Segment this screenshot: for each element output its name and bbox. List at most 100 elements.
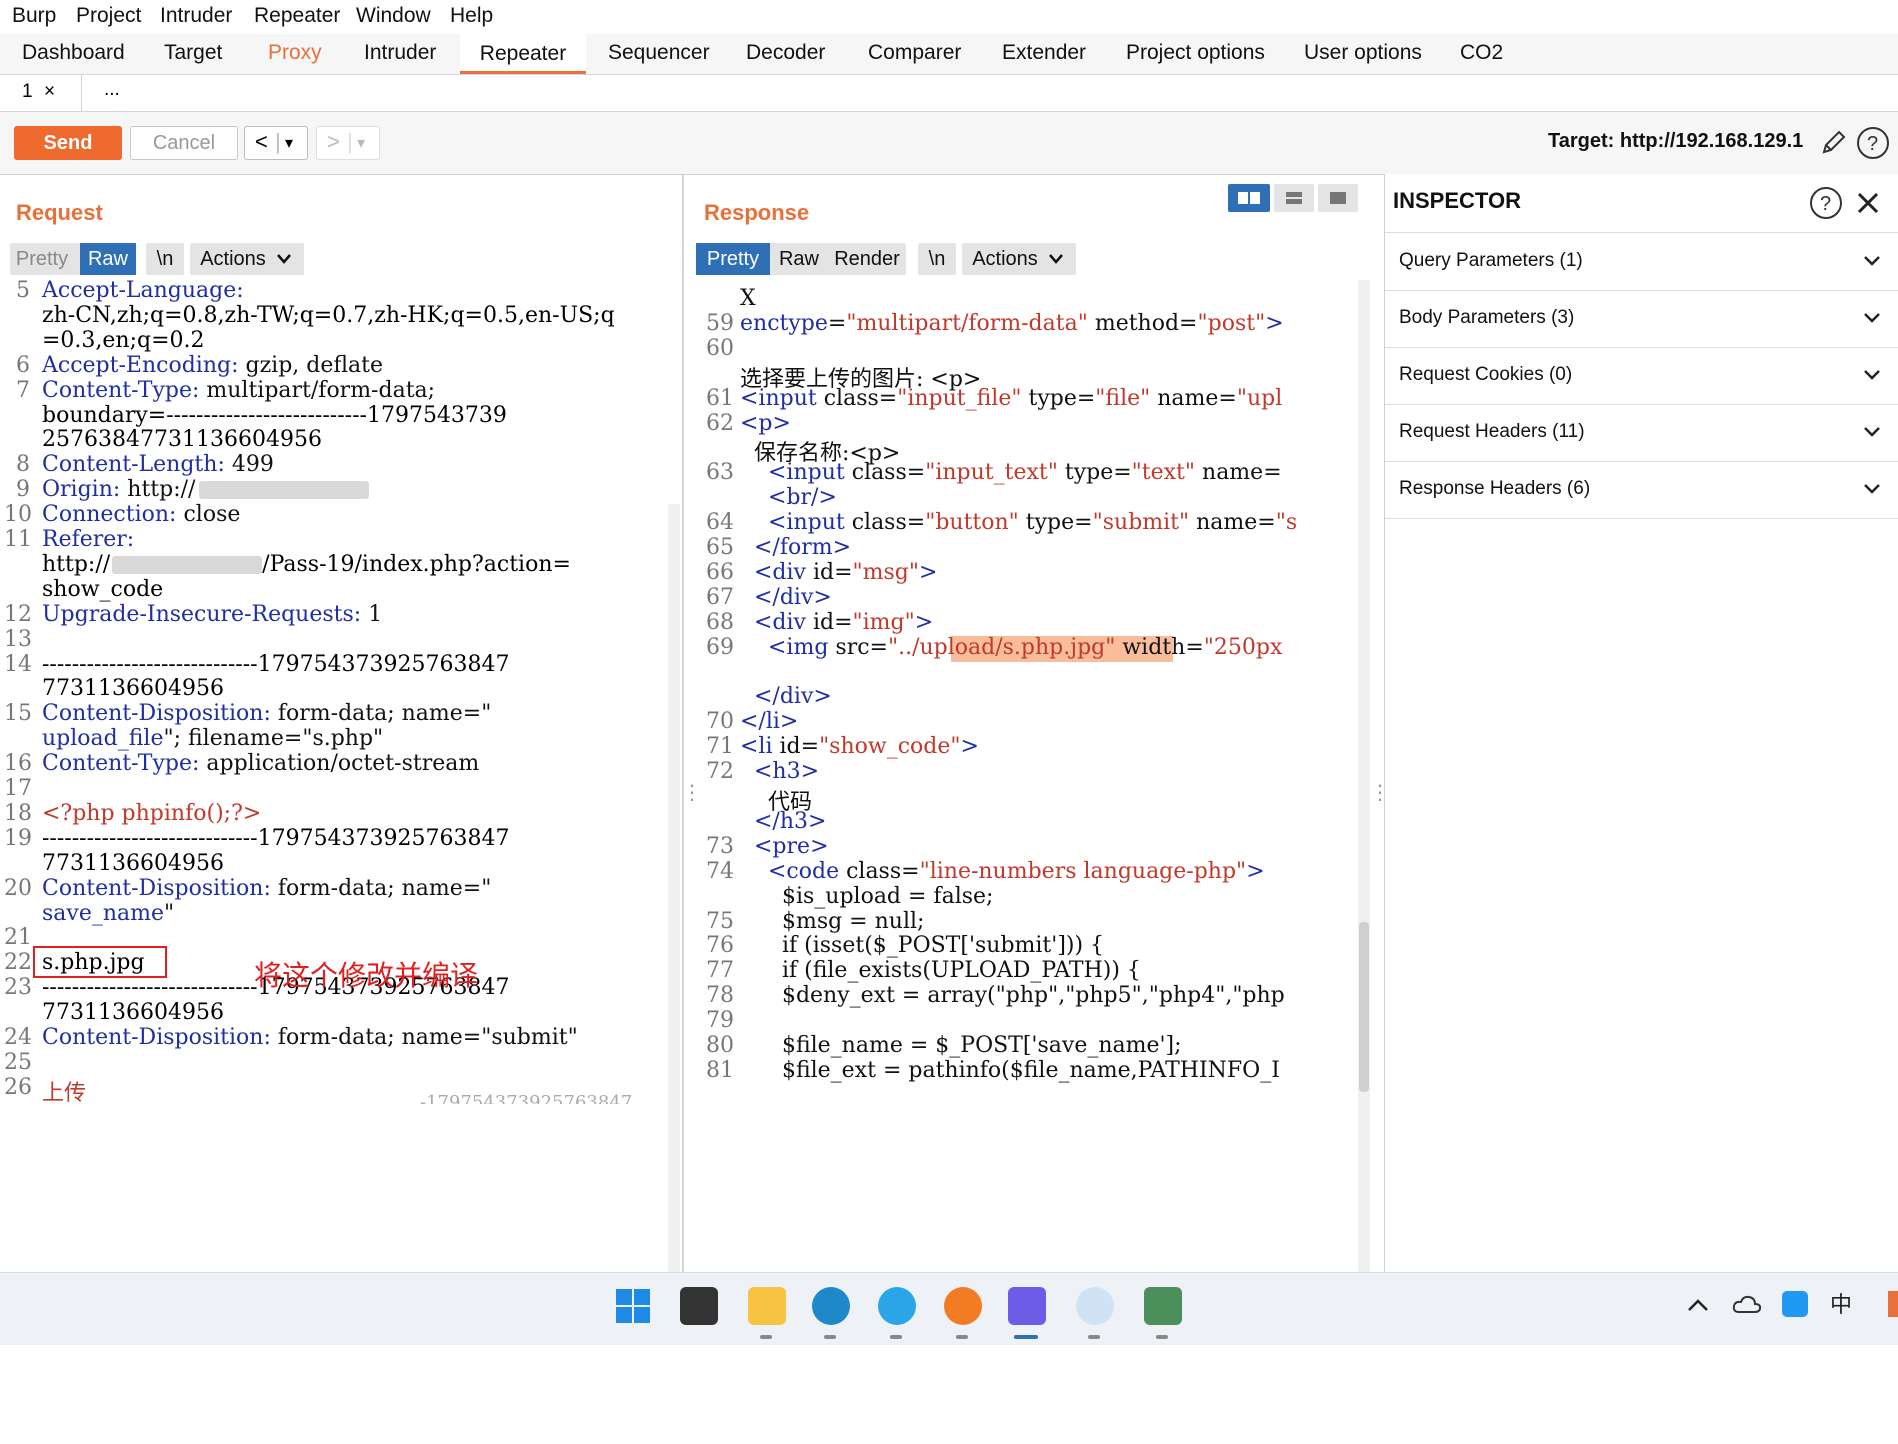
layout-side-by-side-icon[interactable] — [1228, 184, 1270, 212]
ime-indicator[interactable]: 中 — [1830, 1287, 1852, 1319]
chevron-up-icon[interactable] — [1686, 1297, 1710, 1313]
response-line: <div id="img"> — [754, 609, 934, 635]
inspector-section[interactable]: Query Parameters (1) — [1385, 234, 1898, 291]
tab-intruder[interactable]: Intruder — [364, 41, 436, 65]
start-icon[interactable] — [614, 1287, 652, 1325]
svg-text:?: ? — [1867, 133, 1878, 155]
inspector-section[interactable]: Response Headers (6) — [1385, 462, 1898, 519]
tab-target[interactable]: Target — [164, 41, 222, 65]
tab-dashboard[interactable]: Dashboard — [22, 41, 125, 65]
close-icon[interactable] — [1855, 190, 1881, 216]
edge-icon[interactable] — [812, 1287, 850, 1325]
task-view-icon[interactable] — [680, 1287, 718, 1325]
menu-project[interactable]: Project — [76, 4, 141, 28]
layout-tabs-icon[interactable] — [1318, 184, 1358, 212]
inspector-title: INSPECTOR — [1393, 188, 1521, 213]
request-line: -----------------------------17975437392… — [42, 651, 510, 677]
dropdown-icon: ▾ — [285, 135, 294, 152]
request-line: upload_file"; filename="s.php" — [42, 726, 384, 752]
splitter-handle-icon[interactable]: ⋮ — [682, 780, 702, 805]
request-scrollbar[interactable] — [668, 504, 680, 1272]
request-line: show_code — [42, 576, 164, 602]
tab-co2[interactable]: CO2 — [1460, 41, 1503, 65]
response-newline-toggle[interactable]: \n — [918, 243, 956, 275]
line-number: 9 — [16, 477, 30, 503]
inspector-section-label: Body Parameters (3) — [1399, 307, 1575, 328]
tray-icon[interactable] — [1888, 1291, 1898, 1317]
redacted-host — [112, 555, 263, 574]
help-icon[interactable]: ? — [1809, 186, 1843, 220]
help-icon[interactable]: ? — [1856, 126, 1890, 160]
menu-help[interactable]: Help — [450, 4, 493, 28]
response-pretty-tab[interactable]: Pretty — [696, 243, 770, 275]
line-number: 22 — [4, 950, 32, 976]
menu-window[interactable]: Window — [356, 4, 431, 28]
edit-pencil-icon[interactable] — [1818, 128, 1848, 158]
app-tray-icon[interactable] — [1782, 1291, 1808, 1317]
request-line: Accept-Language: — [42, 278, 244, 303]
cancel-button[interactable]: Cancel — [130, 126, 238, 160]
line-number: 26 — [4, 1074, 32, 1100]
line-number: 75 — [706, 908, 734, 934]
tab-project-options[interactable]: Project options — [1126, 41, 1265, 65]
tab-extender[interactable]: Extender — [1002, 41, 1086, 65]
burp-icon[interactable] — [1008, 1287, 1046, 1325]
new-tab-button[interactable]: ... — [104, 79, 120, 101]
request-pretty-tab[interactable]: Pretty — [10, 243, 74, 275]
response-line: if (file_exists(UPLOAD_PATH)) { — [740, 958, 1141, 984]
line-number: 81 — [706, 1057, 734, 1083]
request-line: -----------------------------17975437392… — [42, 825, 510, 851]
layout-stacked-icon[interactable] — [1274, 184, 1314, 212]
line-number: 74 — [706, 858, 734, 884]
inspector-section-label: Request Headers (11) — [1399, 421, 1585, 442]
main-tabs: Dashboard Target Proxy Intruder Repeater… — [0, 34, 1898, 75]
tab-user-options[interactable]: User options — [1304, 41, 1422, 65]
response-render-tab[interactable]: Render — [828, 243, 906, 275]
remote-desktop-icon[interactable] — [1144, 1287, 1182, 1325]
request-line: Referer: — [42, 527, 135, 552]
chevron-down-icon — [1864, 256, 1880, 266]
inspector-section[interactable]: Request Cookies (0) — [1385, 348, 1898, 405]
line-number: 19 — [4, 825, 32, 851]
line-number: 71 — [706, 734, 734, 760]
inspector-section[interactable]: Body Parameters (3) — [1385, 291, 1898, 348]
dropdown-icon: ▾ — [357, 135, 366, 152]
ie-icon[interactable] — [878, 1287, 916, 1325]
request-line: 上传 — [42, 1080, 87, 1106]
response-raw-tab[interactable]: Raw — [774, 243, 824, 275]
tab-comparer[interactable]: Comparer — [868, 41, 961, 65]
forward-button[interactable]: > | ▾ — [316, 126, 380, 160]
menu-burp[interactable]: Burp — [12, 4, 56, 28]
request-raw-tab[interactable]: Raw — [80, 243, 136, 275]
request-newline-toggle[interactable]: \n — [146, 243, 184, 275]
line-number: 18 — [4, 800, 32, 826]
referer-path: /Pass-19/index.php?action= — [262, 551, 571, 577]
menu-intruder[interactable]: Intruder — [160, 4, 232, 28]
menu-repeater[interactable]: Repeater — [254, 4, 340, 28]
response-line: </h3> — [754, 808, 827, 834]
repeater-tab-1[interactable]: 1 × — [0, 75, 82, 111]
chevron-left-icon: < — [255, 129, 268, 154]
inspector-section[interactable]: Request Headers (11) — [1385, 405, 1898, 462]
tab-decoder[interactable]: Decoder — [746, 41, 825, 65]
response-scrollbar[interactable] — [1358, 280, 1370, 1272]
app-icon[interactable] — [1076, 1287, 1114, 1325]
inspector-section-label: Response Headers (6) — [1399, 478, 1591, 499]
file-explorer-icon[interactable] — [748, 1287, 786, 1325]
chevron-down-icon — [1864, 370, 1880, 380]
response-scroll-thumb[interactable] — [1359, 922, 1369, 1092]
response-title: Response — [704, 200, 810, 225]
response-line: </div> — [754, 584, 832, 610]
tab-sequencer[interactable]: Sequencer — [608, 41, 710, 65]
response-line: <pre> — [754, 833, 829, 859]
response-actions-menu[interactable]: Actions — [966, 243, 1044, 275]
back-button[interactable]: < | ▾ — [244, 126, 308, 160]
line-number: 21 — [4, 925, 32, 951]
firefox-icon[interactable] — [944, 1287, 982, 1325]
close-icon[interactable]: × — [44, 81, 55, 103]
tab-proxy[interactable]: Proxy — [268, 41, 322, 65]
request-actions-menu[interactable]: Actions — [194, 243, 272, 275]
cloud-icon[interactable] — [1732, 1293, 1762, 1315]
send-button[interactable]: Send — [14, 126, 122, 160]
tab-repeater[interactable]: Repeater — [460, 34, 586, 74]
